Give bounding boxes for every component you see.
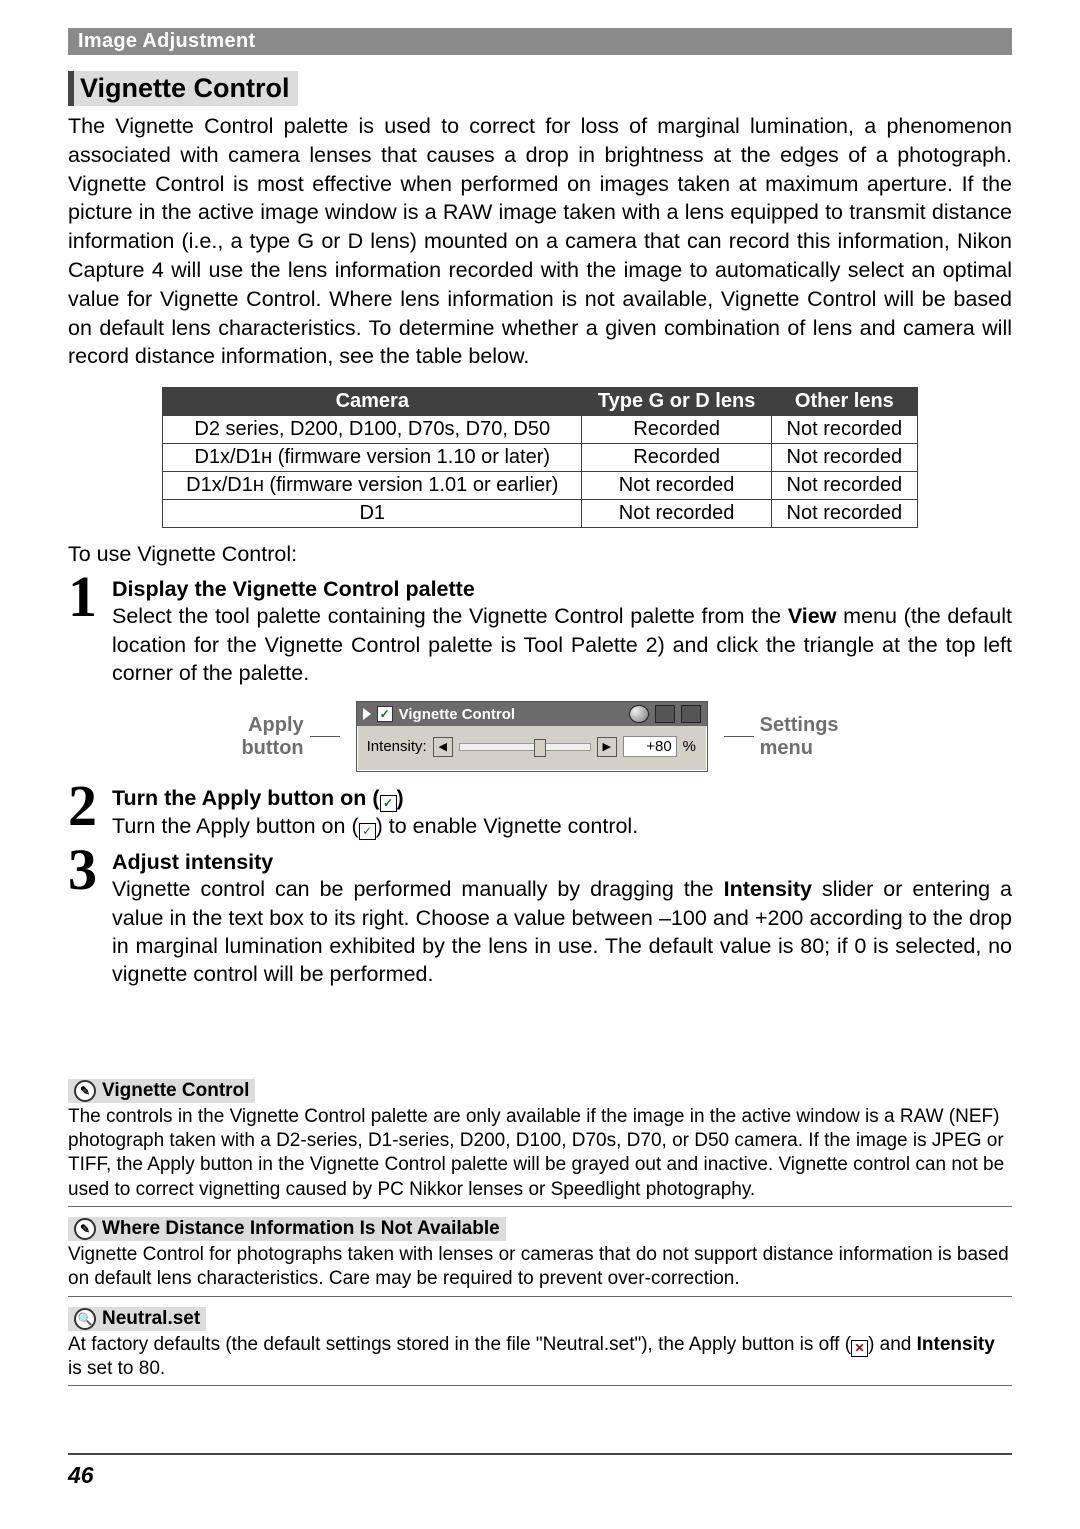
note-body: Vignette Control for photographs taken w… (68, 1243, 1012, 1297)
cell: Not recorded (772, 500, 917, 528)
bold-text: Intensity (724, 877, 812, 901)
palette-body: Intensity: ◀ ▶ +80 % (357, 726, 707, 761)
note-heading-distance-info: ✎ Where Distance Information Is Not Avai… (68, 1217, 506, 1241)
intensity-unit: % (683, 738, 696, 755)
page-number: 46 (68, 1462, 94, 1489)
step-2: 2 Turn the Apply button on (✓) Turn the … (68, 786, 1012, 840)
cell: Recorded (582, 416, 772, 444)
settings-page-icon[interactable] (655, 705, 675, 723)
settings-menu-icon[interactable] (681, 705, 701, 723)
bold-text: View (788, 604, 837, 628)
step-number: 2 (68, 772, 97, 839)
step-body: Select the tool palette containing the V… (112, 602, 1012, 687)
x-icon: ✕ (851, 1340, 868, 1357)
steps-lead: To use Vignette Control: (68, 542, 1012, 567)
text: Select the tool palette containing the V… (112, 604, 788, 628)
step-number: 1 (68, 563, 97, 630)
cell: D1x/D1ʜ (firmware version 1.01 or earlie… (163, 472, 582, 500)
apply-checkbox[interactable]: ✓ (377, 706, 393, 722)
palette-title: Vignette Control (399, 706, 515, 723)
step-title: Turn the Apply button on (✓) (112, 786, 1012, 812)
section-title: Vignette Control (68, 71, 298, 106)
intensity-label: Intensity: (367, 738, 427, 755)
step-body: Vignette control can be performed manual… (112, 875, 1012, 989)
table-row: D1 Not recorded Not recorded (163, 500, 917, 528)
vignette-control-palette: ✓ Vignette Control Intensity: ◀ ▶ +80 % (356, 701, 708, 772)
intensity-slider[interactable] (459, 743, 591, 751)
note-title: Where Distance Information Is Not Availa… (102, 1218, 500, 1240)
cell: Not recorded (582, 472, 772, 500)
pencil-icon: ✎ (74, 1080, 96, 1102)
note-heading-vignette-control: ✎ Vignette Control (68, 1079, 255, 1103)
note-title: Neutral.set (102, 1308, 200, 1330)
step-1: 1 Display the Vignette Control palette S… (68, 577, 1012, 687)
cell: D2 series, D200, D100, D70s, D70, D50 (163, 416, 582, 444)
cell: Not recorded (582, 500, 772, 528)
cell: D1x/D1ʜ (firmware version 1.10 or later) (163, 444, 582, 472)
step-3: 3 Adjust intensity Vignette control can … (68, 850, 1012, 989)
note-heading-neutral-set: 🔍 Neutral.set (68, 1307, 206, 1331)
notes-section: ✎ Vignette Control The controls in the V… (68, 1079, 1012, 1387)
cell: Not recorded (772, 416, 917, 444)
text: ) and (868, 1334, 917, 1355)
bold-text: Intensity (917, 1334, 995, 1355)
slider-thumb[interactable] (534, 739, 546, 757)
text: Turn the Apply button on ( (112, 814, 359, 838)
increment-button[interactable]: ▶ (597, 737, 617, 757)
text: ) to enable Vignette control. (376, 814, 639, 838)
table-header-camera: Camera (163, 388, 582, 416)
check-icon: ✓ (359, 823, 376, 840)
footer-divider (68, 1453, 1012, 1455)
table-row: D1x/D1ʜ (firmware version 1.10 or later)… (163, 444, 917, 472)
note-body: At factory defaults (the default setting… (68, 1333, 1012, 1387)
step-title: Display the Vignette Control palette (112, 577, 1012, 602)
camera-lens-table: Camera Type G or D lens Other lens D2 se… (162, 387, 917, 528)
figure-label-apply-button: Applybutton (241, 714, 303, 760)
table-row: D2 series, D200, D100, D70s, D70, D50 Re… (163, 416, 917, 444)
pencil-icon: ✎ (74, 1218, 96, 1240)
table-row: D1x/D1ʜ (firmware version 1.01 or earlie… (163, 472, 917, 500)
cell: D1 (163, 500, 582, 528)
magnifier-icon: 🔍 (74, 1308, 96, 1330)
note-title: Vignette Control (102, 1080, 249, 1102)
collapse-triangle-icon[interactable] (363, 708, 371, 720)
cell: Not recorded (772, 472, 917, 500)
section-header-bar: Image Adjustment (68, 28, 1012, 55)
text: At factory defaults (the default setting… (68, 1334, 851, 1355)
figure-label-settings-menu: Settingsmenu (760, 714, 839, 760)
text: is set to 80. (68, 1358, 165, 1379)
table-header-other-lens: Other lens (772, 388, 917, 416)
intensity-value-input[interactable]: +80 (623, 736, 677, 757)
step-title: Adjust intensity (112, 850, 1012, 875)
cell: Recorded (582, 444, 772, 472)
page: Image Adjustment Vignette Control The Vi… (0, 0, 1080, 1529)
step-number: 3 (68, 836, 97, 903)
palette-figure: Applybutton ✓ Vignette Control Intensity… (68, 701, 1012, 772)
step-body: Turn the Apply button on (✓) to enable V… (112, 812, 1012, 840)
decrement-button[interactable]: ◀ (433, 737, 453, 757)
text: Vignette control can be performed manual… (112, 877, 724, 901)
check-icon: ✓ (380, 795, 397, 812)
intro-paragraph: The Vignette Control palette is used to … (68, 112, 1012, 371)
reset-icon[interactable] (629, 705, 649, 723)
table-header-gd-lens: Type G or D lens (582, 388, 772, 416)
note-body: The controls in the Vignette Control pal… (68, 1105, 1012, 1207)
cell: Not recorded (772, 444, 917, 472)
palette-header: ✓ Vignette Control (357, 702, 707, 726)
